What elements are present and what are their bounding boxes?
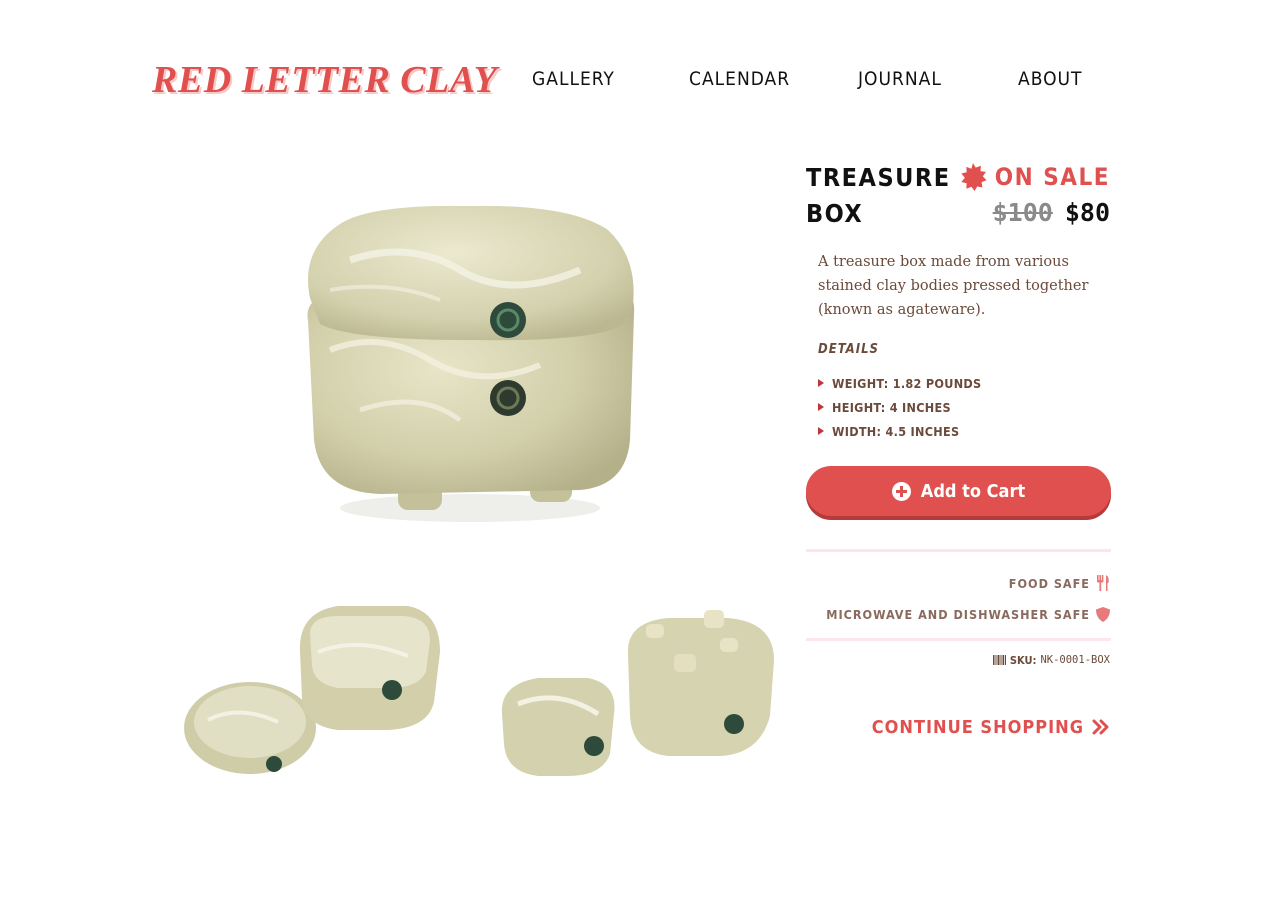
add-to-cart-button[interactable]: Add to Cart	[806, 466, 1111, 516]
barcode-icon	[992, 655, 1006, 665]
detail-width-text: WIDTH: 4.5 INCHES	[832, 423, 960, 439]
continue-shopping-label: CONTINUE SHOPPING	[871, 716, 1084, 738]
triangle-bullet-icon	[818, 379, 824, 387]
feature-food-safe: FOOD SAFE	[1009, 573, 1110, 593]
add-to-cart-label: Add to Cart	[920, 480, 1026, 502]
product-image-lid[interactable]	[498, 604, 780, 784]
feature-dishwasher-safe-label: MICROWAVE AND DISHWASHER SAFE	[826, 606, 1090, 622]
nav-item-journal[interactable]: JOURNAL	[858, 68, 942, 90]
fork-knife-icon	[1097, 575, 1109, 591]
sale-badge: ON SALE	[959, 160, 1110, 194]
feature-food-safe-label: FOOD SAFE	[1008, 575, 1090, 591]
feature-dishwasher-safe: MICROWAVE AND DISHWASHER SAFE	[826, 604, 1110, 624]
price-block: $100 $80	[993, 196, 1110, 228]
sale-badge-label: ON SALE	[994, 163, 1110, 191]
plus-circle-icon	[891, 481, 911, 501]
details-heading: DETAILS	[818, 342, 879, 357]
divider	[806, 638, 1111, 641]
sku-line: SKU: NK-0001-BOX	[992, 652, 1110, 668]
detail-height-text: HEIGHT: 4 INCHES	[832, 399, 951, 415]
original-price: $100	[992, 197, 1053, 227]
divider	[806, 549, 1111, 552]
detail-weight-text: WEIGHT: 1.82 POUNDS	[832, 375, 982, 391]
details-list: WEIGHT: 1.82 POUNDS HEIGHT: 4 INCHES WID…	[818, 371, 981, 443]
product-image-open[interactable]	[178, 592, 448, 792]
product-image-main[interactable]	[290, 190, 650, 535]
product-description: A treasure box made from various stained…	[818, 254, 1089, 318]
sku-value: NK-0001-BOX	[1040, 654, 1110, 666]
nav-item-gallery[interactable]: GALLERY	[532, 68, 615, 90]
shield-icon	[1096, 606, 1110, 622]
detail-weight: WEIGHT: 1.82 POUNDS	[818, 371, 981, 395]
main-nav: GALLERY CALENDAR JOURNAL ABOUT	[0, 68, 1280, 96]
triangle-bullet-icon	[818, 427, 824, 435]
detail-height: HEIGHT: 4 INCHES	[818, 395, 981, 419]
nav-item-calendar[interactable]: CALENDAR	[689, 68, 790, 90]
product-title: TREASURE BOX	[806, 163, 951, 228]
double-chevron-right-icon	[1092, 719, 1109, 735]
sale-price: $80	[1064, 197, 1110, 227]
detail-width: WIDTH: 4.5 INCHES	[818, 419, 981, 443]
starburst-icon	[961, 163, 987, 191]
nav-item-about[interactable]: ABOUT	[1018, 68, 1083, 90]
triangle-bullet-icon	[818, 403, 824, 411]
sku-label: SKU:	[1009, 653, 1037, 667]
continue-shopping-link[interactable]: CONTINUE SHOPPING	[872, 714, 1110, 740]
